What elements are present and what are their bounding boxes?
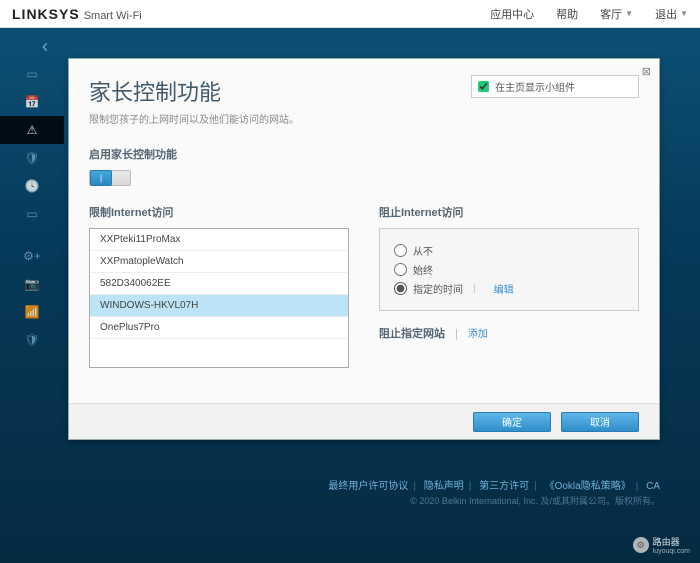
rail-divider bbox=[0, 228, 64, 242]
nav-logout-label: 退出 bbox=[655, 6, 677, 22]
rail-item-7[interactable]: ⚙+ bbox=[0, 242, 64, 270]
page-footer: 最终用户许可协议| 隐私声明| 第三方许可| 《Ookla隐私策略》| CA ©… bbox=[328, 477, 660, 507]
radio-always-input[interactable] bbox=[394, 263, 407, 276]
rail-item-8[interactable]: 📷 bbox=[0, 270, 64, 298]
rail-item-3[interactable]: 🛡 bbox=[0, 144, 64, 172]
radio-specific-input[interactable] bbox=[394, 282, 407, 295]
radio-always-label: 始终 bbox=[413, 262, 433, 277]
back-button[interactable]: ‹ bbox=[42, 36, 48, 57]
rail-item-4[interactable]: 🕓 bbox=[0, 172, 64, 200]
parental-card: ⊠ 家长控制功能 限制您孩子的上网时间以及他们能访问的网站。 在主页显示小组件 … bbox=[68, 58, 660, 440]
pipe-icon: | bbox=[455, 328, 458, 340]
nav-appcenter[interactable]: 应用中心 bbox=[490, 6, 534, 22]
nav-logout[interactable]: 退出▼ bbox=[655, 6, 688, 22]
rail-item-10[interactable]: 🛡 bbox=[0, 326, 64, 354]
footer-ookla[interactable]: 《Ookla隐私策略》 bbox=[545, 481, 631, 492]
radio-specific[interactable]: 指定的时间 | 编辑 bbox=[394, 281, 624, 296]
enable-toggle[interactable]: | bbox=[89, 170, 131, 186]
caret-down-icon: ▼ bbox=[680, 9, 688, 18]
cancel-button[interactable]: 取消 bbox=[561, 412, 639, 432]
pipe-icon: | bbox=[473, 283, 476, 294]
radio-never[interactable]: 从不 bbox=[394, 243, 624, 258]
show-widget-box[interactable]: 在主页显示小组件 bbox=[471, 75, 639, 98]
device-item[interactable]: 582D340062EE bbox=[90, 273, 348, 295]
watermark-label: 路由器 bbox=[653, 537, 680, 547]
side-rail: ▭ 📅 ⚠ 🛡 🕓 ▭ ⚙+ 📷 📶 🛡 bbox=[0, 60, 64, 563]
limit-heading: 限制Internet访问 bbox=[89, 204, 349, 220]
brand: LINKSYS Smart Wi-Fi bbox=[12, 6, 142, 22]
enable-heading: 启用家长控制功能 bbox=[89, 146, 639, 162]
card-footer: 确定 取消 bbox=[69, 403, 659, 439]
rail-item-9[interactable]: 📶 bbox=[0, 298, 64, 326]
page-subtitle: 限制您孩子的上网时间以及他们能访问的网站。 bbox=[89, 111, 639, 126]
edit-schedule-link[interactable]: 编辑 bbox=[494, 281, 514, 296]
add-site-link[interactable]: 添加 bbox=[468, 325, 488, 340]
device-item[interactable]: XXPmatopleWatch bbox=[90, 251, 348, 273]
rail-item-0[interactable]: ▭ bbox=[0, 60, 64, 88]
footer-privacy[interactable]: 隐私声明 bbox=[424, 481, 464, 492]
radio-never-input[interactable] bbox=[394, 244, 407, 257]
block-sites-heading: 阻止指定网站 bbox=[379, 325, 445, 341]
brand-logo: LINKSYS bbox=[12, 6, 80, 22]
caret-down-icon: ▼ bbox=[625, 9, 633, 18]
nav-guest[interactable]: 客厅▼ bbox=[600, 6, 633, 22]
show-widget-checkbox[interactable] bbox=[478, 81, 489, 92]
close-icon[interactable]: ⊠ bbox=[642, 65, 651, 78]
watermark-sub: luyouqi.com bbox=[653, 548, 690, 555]
footer-ca[interactable]: CA bbox=[646, 481, 660, 492]
radio-never-label: 从不 bbox=[413, 243, 433, 258]
block-heading: 阻止Internet访问 bbox=[379, 204, 639, 220]
footer-eula[interactable]: 最终用户许可协议 bbox=[328, 481, 408, 492]
device-item[interactable]: OnePlus7Pro bbox=[90, 317, 348, 339]
toggle-knob-icon: | bbox=[90, 170, 112, 186]
ok-button[interactable]: 确定 bbox=[473, 412, 551, 432]
nav-help[interactable]: 帮助 bbox=[556, 6, 578, 22]
watermark-icon: ⚙ bbox=[633, 537, 649, 553]
top-nav: 应用中心 帮助 客厅▼ 退出▼ bbox=[490, 6, 688, 22]
device-item[interactable]: XXPteki11ProMax bbox=[90, 229, 348, 251]
block-options: 从不 始终 指定的时间 | 编辑 bbox=[379, 228, 639, 311]
rail-item-5[interactable]: ▭ bbox=[0, 200, 64, 228]
footer-thirdparty[interactable]: 第三方许可 bbox=[479, 481, 529, 492]
watermark: ⚙ 路由器 luyouqi.com bbox=[633, 535, 690, 555]
radio-specific-label: 指定的时间 bbox=[413, 281, 463, 296]
rail-item-parental[interactable]: ⚠ bbox=[0, 116, 64, 144]
device-list[interactable]: XXPteki11ProMax XXPmatopleWatch 582D3400… bbox=[89, 228, 349, 368]
device-item-selected[interactable]: WINDOWS-HKVL07H bbox=[90, 295, 348, 317]
nav-guest-label: 客厅 bbox=[600, 6, 622, 22]
footer-copyright: © 2020 Belkin International, Inc. 及/或其附属… bbox=[328, 494, 660, 507]
top-bar: LINKSYS Smart Wi-Fi 应用中心 帮助 客厅▼ 退出▼ bbox=[0, 0, 700, 28]
radio-always[interactable]: 始终 bbox=[394, 262, 624, 277]
rail-item-1[interactable]: 📅 bbox=[0, 88, 64, 116]
brand-sub: Smart Wi-Fi bbox=[84, 10, 142, 22]
show-widget-label: 在主页显示小组件 bbox=[495, 79, 575, 94]
block-sites-row: 阻止指定网站 | 添加 bbox=[379, 325, 639, 341]
